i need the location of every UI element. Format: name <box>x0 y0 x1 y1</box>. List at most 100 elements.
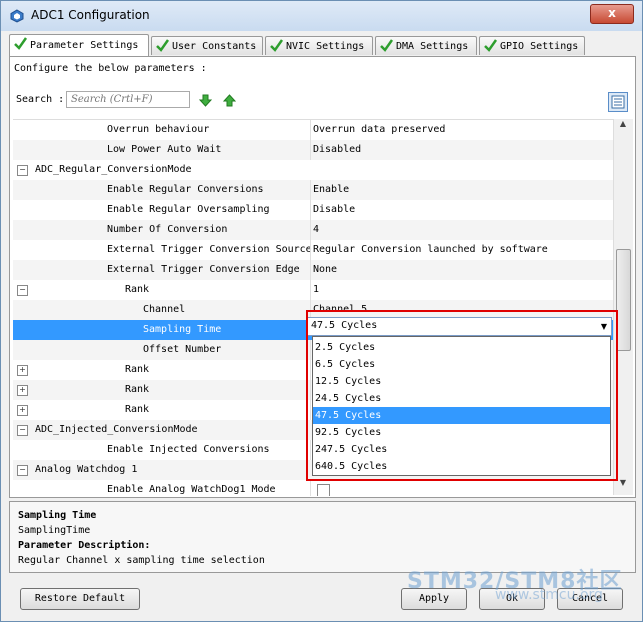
param-key: Low Power Auto Wait <box>107 144 222 155</box>
option-item[interactable]: 92.5 Cycles <box>313 424 610 441</box>
column-divider <box>310 180 311 200</box>
param-key: External Trigger Conversion Source <box>107 244 312 255</box>
param-key: Channel <box>143 304 186 315</box>
list-view-button[interactable] <box>608 92 628 112</box>
description-text: Regular Channel x sampling time selectio… <box>18 555 265 566</box>
configure-label: Configure the below parameters : <box>14 63 207 74</box>
sampling-time-select[interactable]: 47.5 Cycles ▼ <box>306 317 612 336</box>
arrow-down-icon[interactable] <box>199 94 212 107</box>
param-value: 1 <box>313 284 320 295</box>
column-divider <box>310 380 311 400</box>
table-row[interactable]: External Trigger Conversion Source Regul… <box>13 240 613 260</box>
column-divider <box>310 260 311 280</box>
option-item[interactable]: 6.5 Cycles <box>313 356 610 373</box>
param-key: Sampling Time <box>143 324 222 335</box>
chevron-down-icon[interactable]: ▼ <box>601 322 607 331</box>
option-label: 640.5 Cycles <box>315 461 388 472</box>
option-label: 47.5 Cycles <box>315 410 382 421</box>
restore-default-button[interactable]: Restore Default <box>20 588 140 610</box>
table-row[interactable]: External Trigger Conversion Edge None <box>13 260 613 280</box>
tab-dma-settings[interactable]: DMA Settings <box>375 36 477 55</box>
search-label: Search : <box>16 94 65 105</box>
checkmark-icon <box>156 39 170 52</box>
select-value: 47.5 Cycles <box>311 320 378 331</box>
window-title: ADC1 Configuration <box>31 8 150 22</box>
option-item[interactable]: 247.5 Cycles <box>313 441 610 458</box>
vertical-scrollbar[interactable]: ▲ ▼ <box>613 119 633 495</box>
description-heading: Parameter Description: <box>18 540 151 551</box>
watchdog-checkbox[interactable] <box>317 484 330 496</box>
description-title: Sampling Time <box>18 510 97 521</box>
param-value: Overrun data preserved <box>313 124 446 135</box>
option-item[interactable]: 24.5 Cycles <box>313 390 610 407</box>
search-input[interactable] <box>66 91 190 108</box>
param-key: Enable Analog WatchDog1 Mode <box>107 484 276 495</box>
scroll-up-icon[interactable]: ▲ <box>614 119 632 135</box>
close-button[interactable]: x <box>590 4 634 24</box>
scroll-down-icon[interactable]: ▼ <box>614 478 632 494</box>
collapse-icon[interactable]: − <box>17 285 28 296</box>
column-divider <box>310 480 311 496</box>
option-label: 2.5 Cycles <box>315 342 376 353</box>
column-divider <box>310 360 311 380</box>
option-label: 6.5 Cycles <box>315 359 376 370</box>
option-label: 12.5 Cycles <box>315 376 382 387</box>
param-key: Overrun behaviour <box>107 124 210 135</box>
tab-label: NVIC Settings <box>286 41 365 52</box>
tab-parameter-settings[interactable]: Parameter Settings <box>9 34 149 56</box>
param-key: Enable Injected Conversions <box>107 444 270 455</box>
collapse-icon[interactable]: − <box>17 465 28 476</box>
tab-gpio-settings[interactable]: GPIO Settings <box>479 36 585 55</box>
checkmark-icon <box>270 39 284 52</box>
config-window: ADC1 Configuration x Parameter Settings … <box>0 0 643 622</box>
tab-label: Parameter Settings <box>30 40 139 51</box>
param-key: Enable Regular Oversampling <box>107 204 270 215</box>
param-key: Rank <box>125 284 150 295</box>
param-value: Disabled <box>313 144 362 155</box>
option-item-selected[interactable]: 47.5 Cycles <box>313 407 610 424</box>
table-row[interactable]: Number Of Conversion 4 <box>13 220 613 240</box>
param-value: Channel 5 <box>313 304 368 315</box>
param-key: External Trigger Conversion Edge <box>107 264 300 275</box>
sampling-time-options: 2.5 Cycles 6.5 Cycles 12.5 Cycles 24.5 C… <box>312 336 611 476</box>
table-row[interactable]: Enable Analog WatchDog1 Mode <box>13 480 613 496</box>
tab-label: User Constants <box>172 41 257 52</box>
group-label: ADC_Injected_ConversionMode <box>35 424 198 435</box>
table-row[interactable]: Enable Regular Conversions Enable <box>13 180 613 200</box>
tab-nvic-settings[interactable]: NVIC Settings <box>265 36 373 55</box>
checkmark-icon <box>14 37 28 50</box>
expand-icon[interactable]: + <box>17 405 28 416</box>
param-value: 4 <box>313 224 320 235</box>
column-divider <box>310 200 311 220</box>
arrow-up-icon[interactable] <box>223 94 236 107</box>
column-divider <box>310 340 311 360</box>
expand-icon[interactable]: + <box>17 385 28 396</box>
option-item[interactable]: 2.5 Cycles <box>313 339 610 356</box>
option-item[interactable]: 640.5 Cycles <box>313 458 610 475</box>
tab-user-constants[interactable]: User Constants <box>151 36 263 55</box>
table-row[interactable]: Low Power Auto Wait Disabled <box>13 140 613 160</box>
scroll-thumb[interactable] <box>616 249 631 351</box>
column-divider <box>310 220 311 240</box>
expand-icon[interactable]: + <box>17 365 28 376</box>
table-row[interactable]: − Rank 1 <box>13 280 613 300</box>
param-value: None <box>313 264 338 275</box>
param-key: Enable Regular Conversions <box>107 184 264 195</box>
param-key: Rank <box>125 384 150 395</box>
param-key: Rank <box>125 364 150 375</box>
column-divider <box>310 400 311 420</box>
table-row[interactable]: Overrun behaviour Overrun data preserved <box>13 120 613 140</box>
group-label: ADC_Regular_ConversionMode <box>35 164 192 175</box>
collapse-icon[interactable]: − <box>17 425 28 436</box>
column-divider <box>310 440 311 460</box>
option-label: 92.5 Cycles <box>315 427 382 438</box>
collapse-icon[interactable]: − <box>17 165 28 176</box>
table-row[interactable]: − ADC_Regular_ConversionMode <box>13 160 613 180</box>
option-label: 247.5 Cycles <box>315 444 388 455</box>
param-value: Disable <box>313 204 356 215</box>
column-divider <box>310 140 311 160</box>
option-item[interactable]: 12.5 Cycles <box>313 373 610 390</box>
tab-label: DMA Settings <box>396 41 469 52</box>
list-icon <box>611 95 625 109</box>
table-row[interactable]: Enable Regular Oversampling Disable <box>13 200 613 220</box>
